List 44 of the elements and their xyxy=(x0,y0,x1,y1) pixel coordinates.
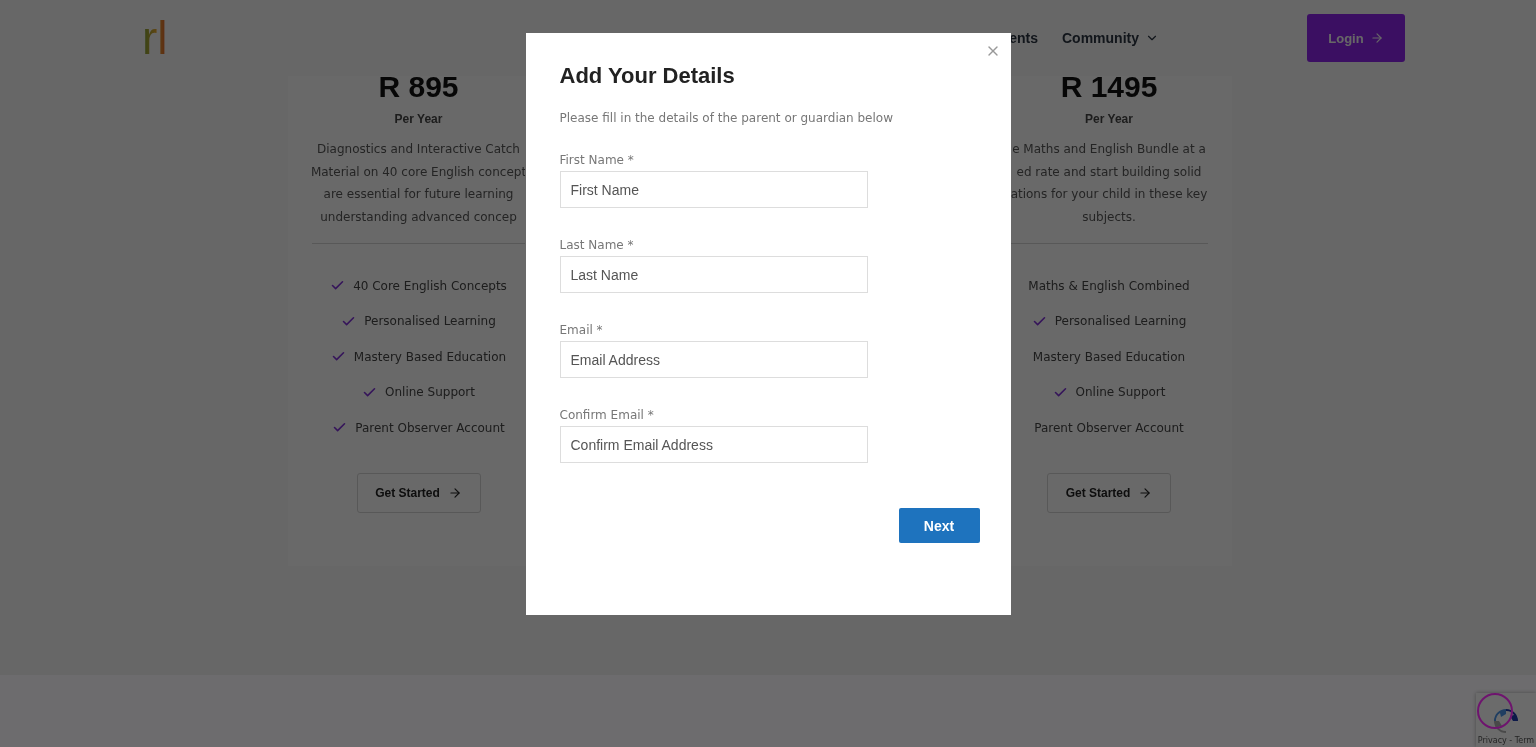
description-line: Material on 40 core English concept xyxy=(310,163,527,181)
period: Per Year xyxy=(1085,112,1133,126)
recaptcha-icon xyxy=(1491,706,1521,736)
period: Per Year xyxy=(394,112,443,126)
dialog-title: Add Your Details xyxy=(559,63,736,89)
price: R 895 xyxy=(378,72,459,102)
arrow-icon xyxy=(1138,485,1153,500)
get-started-button[interactable]: Get Started xyxy=(1047,472,1171,513)
dialog-subtitle: Please fill in the details of the parent or guardian below xyxy=(559,111,894,125)
description-line: ed rate and start building solid xyxy=(1016,163,1202,181)
field-label: First Name * xyxy=(559,153,635,167)
feature-text: Mastery Based Education xyxy=(353,349,507,364)
description-line: e Maths and English Bundle at a xyxy=(1012,141,1206,158)
arrow-icon xyxy=(447,485,462,500)
scroll-top-ring[interactable] xyxy=(1477,693,1513,729)
feature-text: Personalised Learning xyxy=(1054,314,1187,329)
arrow-icon xyxy=(1369,31,1384,45)
next-button[interactable]: Next xyxy=(898,508,980,543)
feature-text: 40 Core English Concepts xyxy=(353,278,507,293)
feature-text: Mastery Based Education xyxy=(1032,349,1186,364)
privacy-terms-text: Privacy - Term xyxy=(1477,736,1535,745)
description-line: Diagnostics and Interactive Catch xyxy=(317,141,520,158)
field-label: Confirm Email * xyxy=(559,408,655,422)
feature-text: Personalised Learning xyxy=(364,314,496,329)
login-button[interactable]: Login xyxy=(1307,14,1405,62)
input-field[interactable]: Confirm Email Address xyxy=(559,426,868,463)
recaptcha-badge[interactable]: Privacy - Term xyxy=(1476,693,1536,747)
feature-text: Maths & English Combined xyxy=(1028,278,1190,293)
feature-text: Parent Observer Account xyxy=(355,420,505,435)
feature-text: Online Support xyxy=(1075,385,1166,400)
input-field[interactable]: Email Address xyxy=(559,341,868,378)
description-line: subjects. xyxy=(1082,208,1136,226)
feature-text: Online Support xyxy=(385,385,475,400)
get-started-button[interactable]: Get Started xyxy=(356,472,481,513)
description-line: ations for your child in these key xyxy=(1010,186,1208,203)
feature-text: Parent Observer Account xyxy=(1034,420,1184,435)
input-field[interactable]: First Name xyxy=(559,171,868,208)
nav-link[interactable]: Community xyxy=(1062,30,1159,46)
price: R 1495 xyxy=(1060,72,1158,102)
field-label: Email * xyxy=(559,323,604,337)
field-label: Last Name * xyxy=(559,238,635,252)
input-field[interactable]: Last Name xyxy=(559,256,868,293)
description-line: understanding advanced concep xyxy=(320,208,517,226)
description-line: are essential for future learning xyxy=(323,186,514,203)
